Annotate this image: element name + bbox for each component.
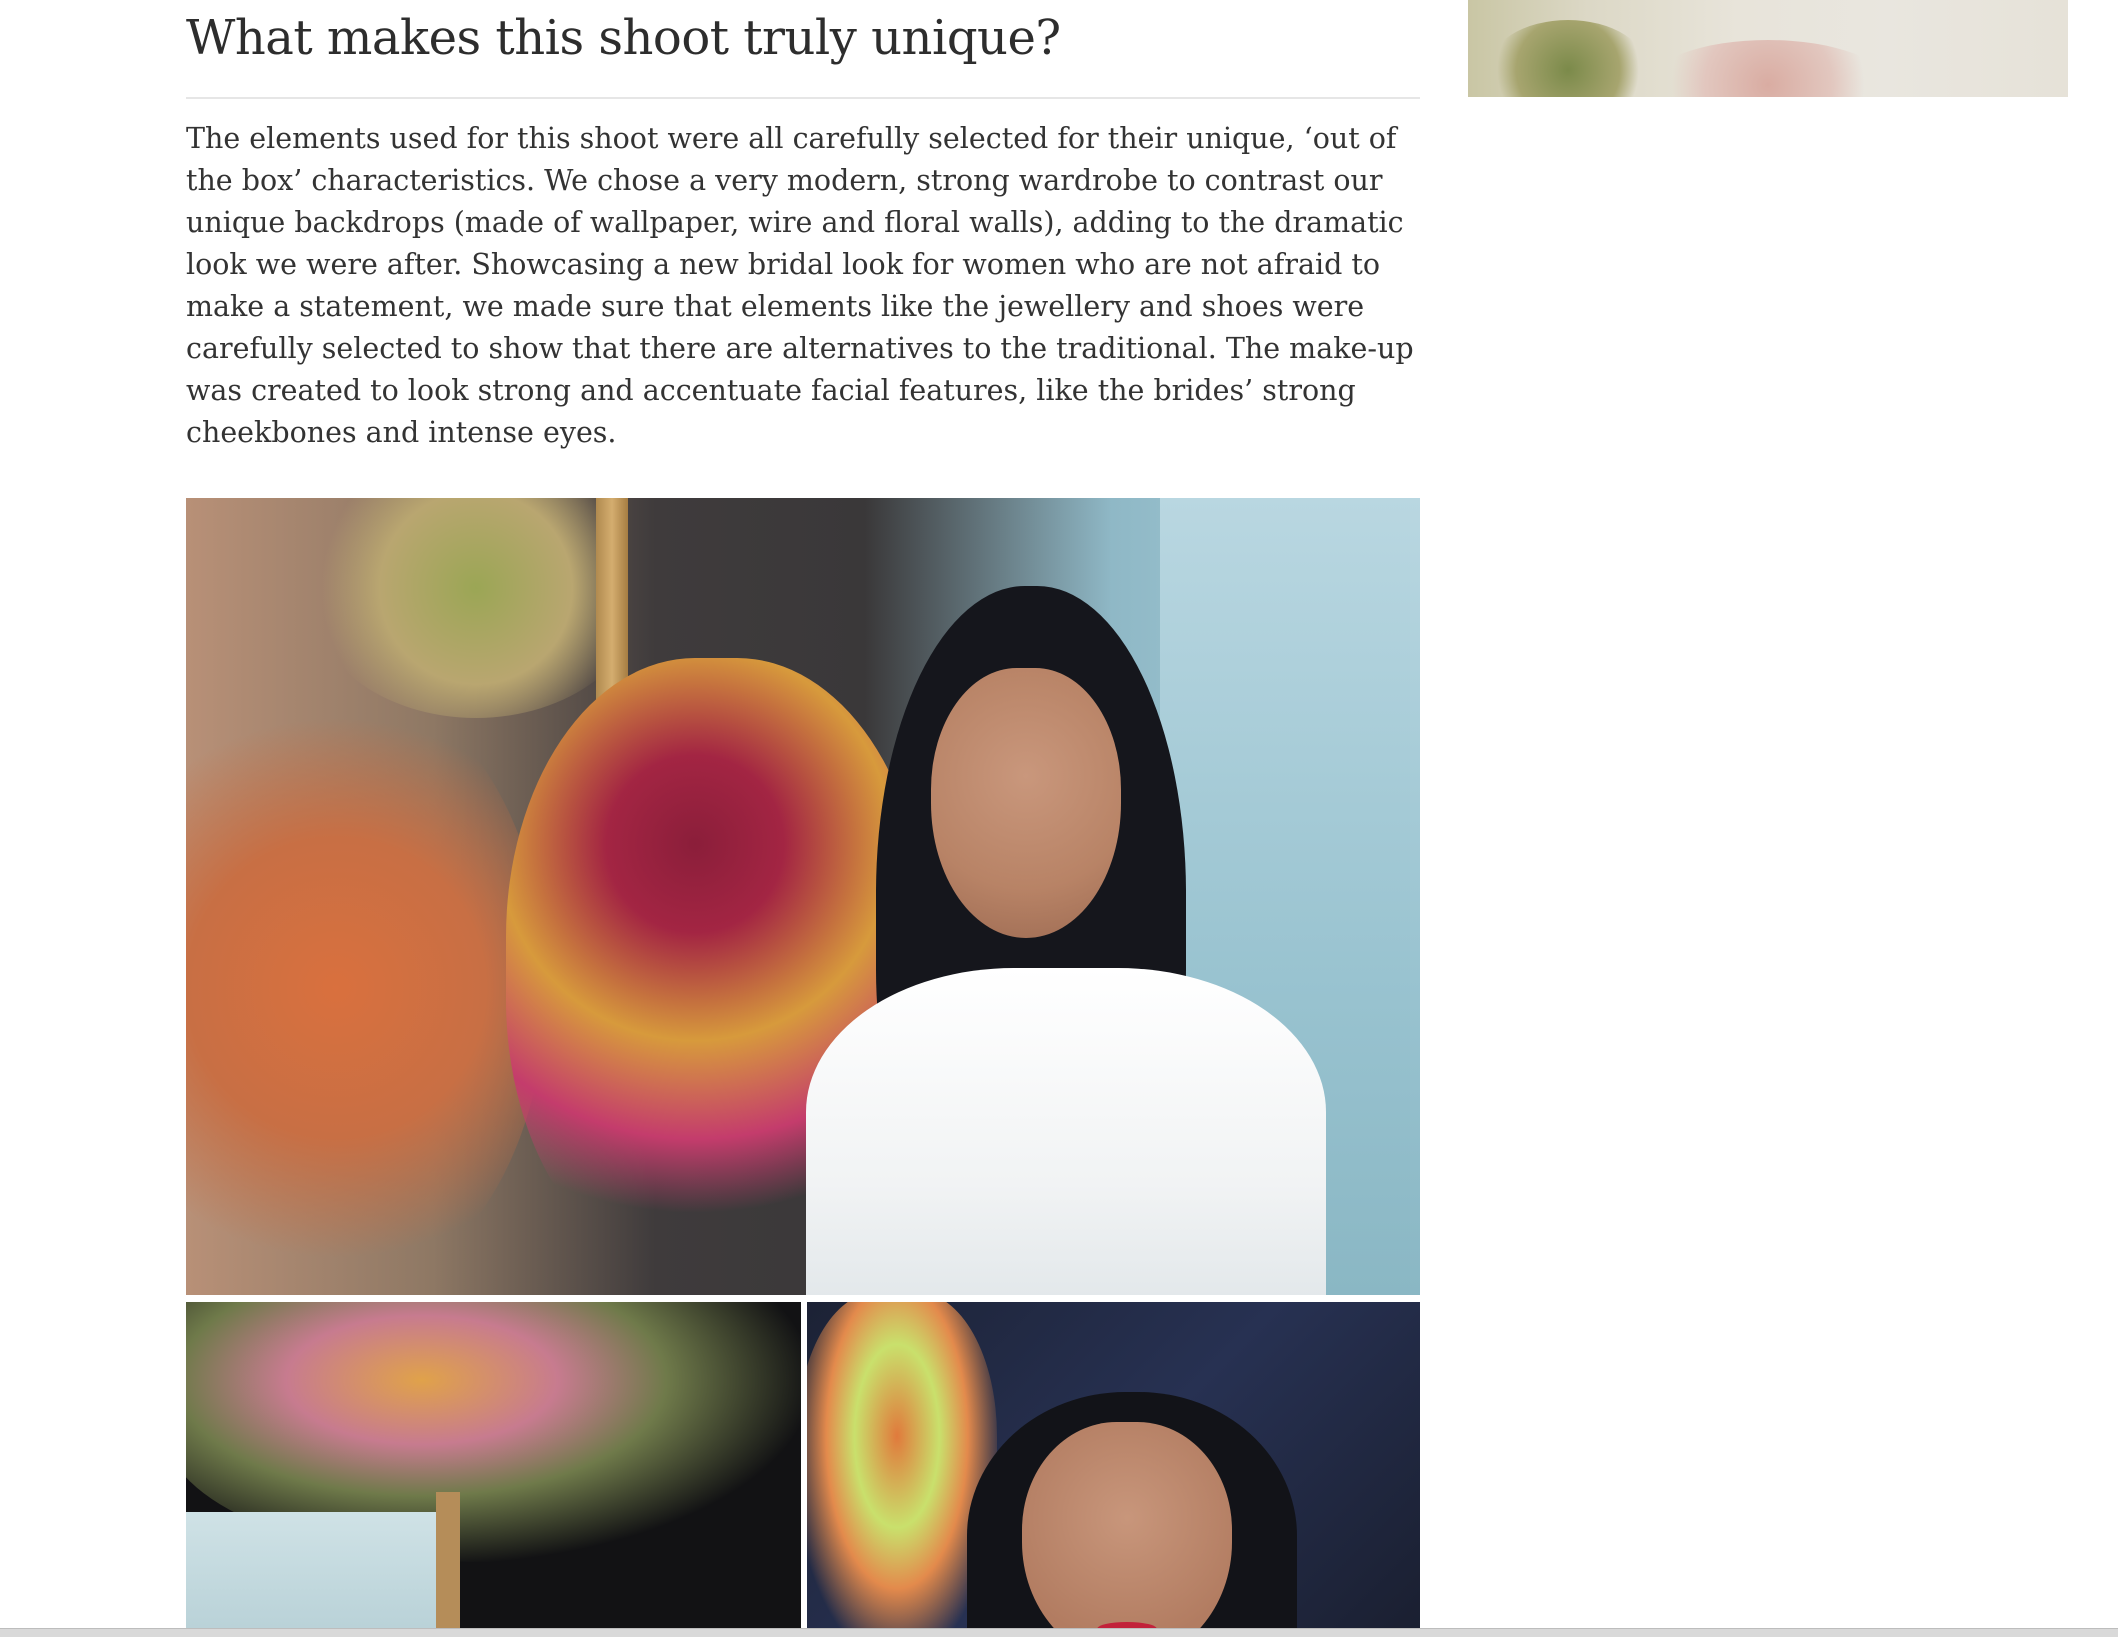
article-heading: What makes this shoot truly unique?: [186, 10, 1061, 66]
bride-with-bouquet-photo[interactable]: [186, 498, 1420, 1295]
photo-blue-panel: [186, 1512, 436, 1636]
sidebar-photo-foliage: [1488, 20, 1648, 97]
photo-bride-face: [931, 668, 1121, 938]
heading-divider: [186, 97, 1420, 99]
floral-arch-photo[interactable]: [186, 1302, 801, 1636]
bride-portrait-photo[interactable]: [807, 1302, 1420, 1636]
photo-white-dress: [806, 968, 1326, 1295]
article-paragraph: The elements used for this shoot were al…: [186, 122, 1414, 449]
sidebar-photo[interactable]: [1468, 0, 2068, 97]
sidebar-photo-blossom: [1648, 40, 1888, 97]
photo-wooden-post: [436, 1492, 460, 1636]
photo-bride-face: [1022, 1422, 1232, 1636]
photo-orange-blur: [186, 678, 546, 1295]
